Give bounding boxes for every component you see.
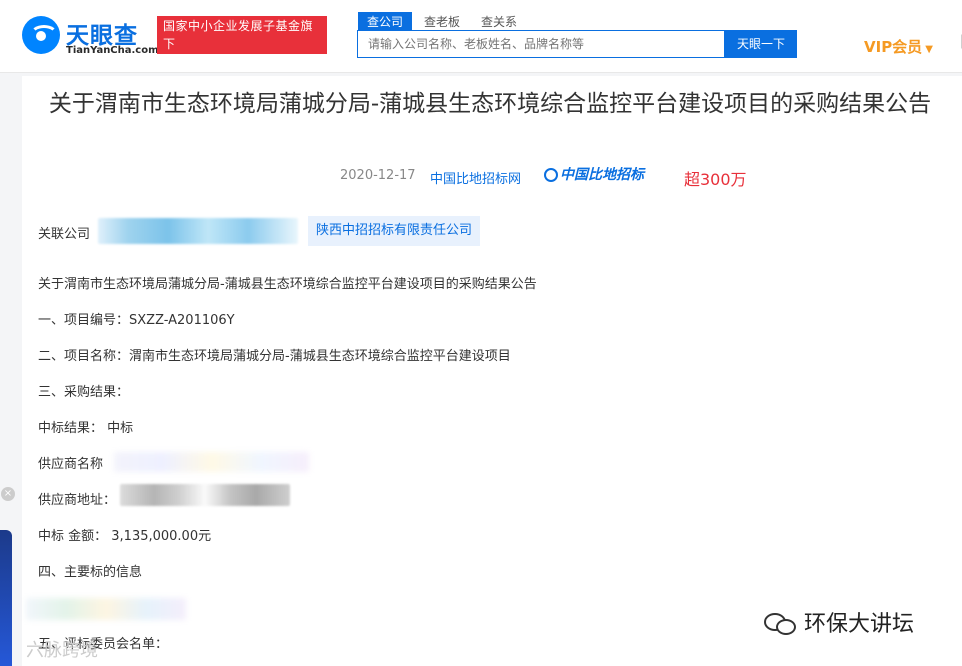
related-companies: 关联公司 陕西中招招标有限责任公司 [38,216,538,248]
redacted-company [98,218,298,244]
tab-boss[interactable]: 查老板 [415,12,469,32]
content-line-8: 中标 金额： 3,135,000.00元 [38,529,212,544]
search-button[interactable]: 天眼一下 [725,30,797,58]
caret-down-icon: ▼ [925,44,933,55]
tab-company[interactable]: 查公司 [358,12,413,32]
badge-line-2: 官方备案企业征信机构 [163,55,319,69]
content-line-1: 关于渭南市生态环境局蒲城分局-蒲城县生态环境综合监控平台建设项目的采购结果公告 [38,277,537,292]
content-line-3: 二、项目名称：渭南市生态环境局蒲城分局-蒲城县生态环境综合监控平台建设项目 [38,349,511,364]
article-meta: 2020-12-17 中国比地招标网 中国比地招标 超300万 [22,164,962,189]
amount-badge: 超300万 [684,170,747,189]
tianyancha-logo[interactable]: 天眼查 TianYanCha.com [22,16,159,58]
top-header: 天眼查 TianYanCha.com 国家中小企业发展子基金旗下 官方备案企业征… [0,0,962,73]
search-tabs: 查公司 查老板 查关系 [358,11,529,32]
source-link[interactable]: 中国比地招标网 [430,168,521,187]
vip-label: VIP会员 [864,38,923,56]
side-ad-strip[interactable] [0,530,12,666]
wechat-icon [764,611,798,635]
tab-relation[interactable]: 查关系 [472,12,526,32]
watermark-text: 环保大讲坛 [804,612,915,637]
publish-date: 2020-12-17 [340,168,416,183]
eye-logo-icon [22,16,60,54]
bidi-logo-icon [544,168,558,182]
search-input[interactable] [357,30,725,58]
content-line-4: 三、采购结果： [38,385,130,400]
redacted-supplier-address [120,484,290,506]
logo-domain: TianYanCha.com [66,45,159,56]
content-line-5: 中标结果： 中标 [38,421,134,436]
content-line-6: 供应商名称 [38,457,104,472]
vip-member-menu[interactable]: VIP会员 ▼ [864,36,933,57]
badge-line-1: 国家中小企业发展子基金旗下 [163,19,314,51]
wechat-watermark: 环保大讲坛 [764,606,914,638]
redacted-supplier-name [114,452,309,472]
official-badge: 国家中小企业发展子基金旗下 官方备案企业征信机构 [157,16,327,69]
related-label: 关联公司 [38,227,91,242]
article-title: 关于渭南市生态环境局蒲城分局-蒲城县生态环境综合监控平台建设项目的采购结果公告 [48,91,932,117]
source-logo-text: 中国比地招标 [560,167,644,183]
article-panel: 关于渭南市生态环境局蒲城分局-蒲城县生态环境综合监控平台建设项目的采购结果公告 … [22,76,962,666]
header-overflow-icon: ｜ [955,32,962,52]
faint-watermark: 六脉跨境 [26,640,98,661]
close-icon[interactable]: × [1,487,15,501]
source-logo: 中国比地招标 [544,164,644,184]
related-company-tag[interactable]: 陕西中招招标有限责任公司 [308,216,481,246]
content-line-2: 一、项目编号：SXZZ-A201106Y [38,313,235,328]
redacted-block [26,598,186,620]
content-line-9: 四、主要标的信息 [38,565,143,580]
content-line-7: 供应商地址： [38,493,117,508]
